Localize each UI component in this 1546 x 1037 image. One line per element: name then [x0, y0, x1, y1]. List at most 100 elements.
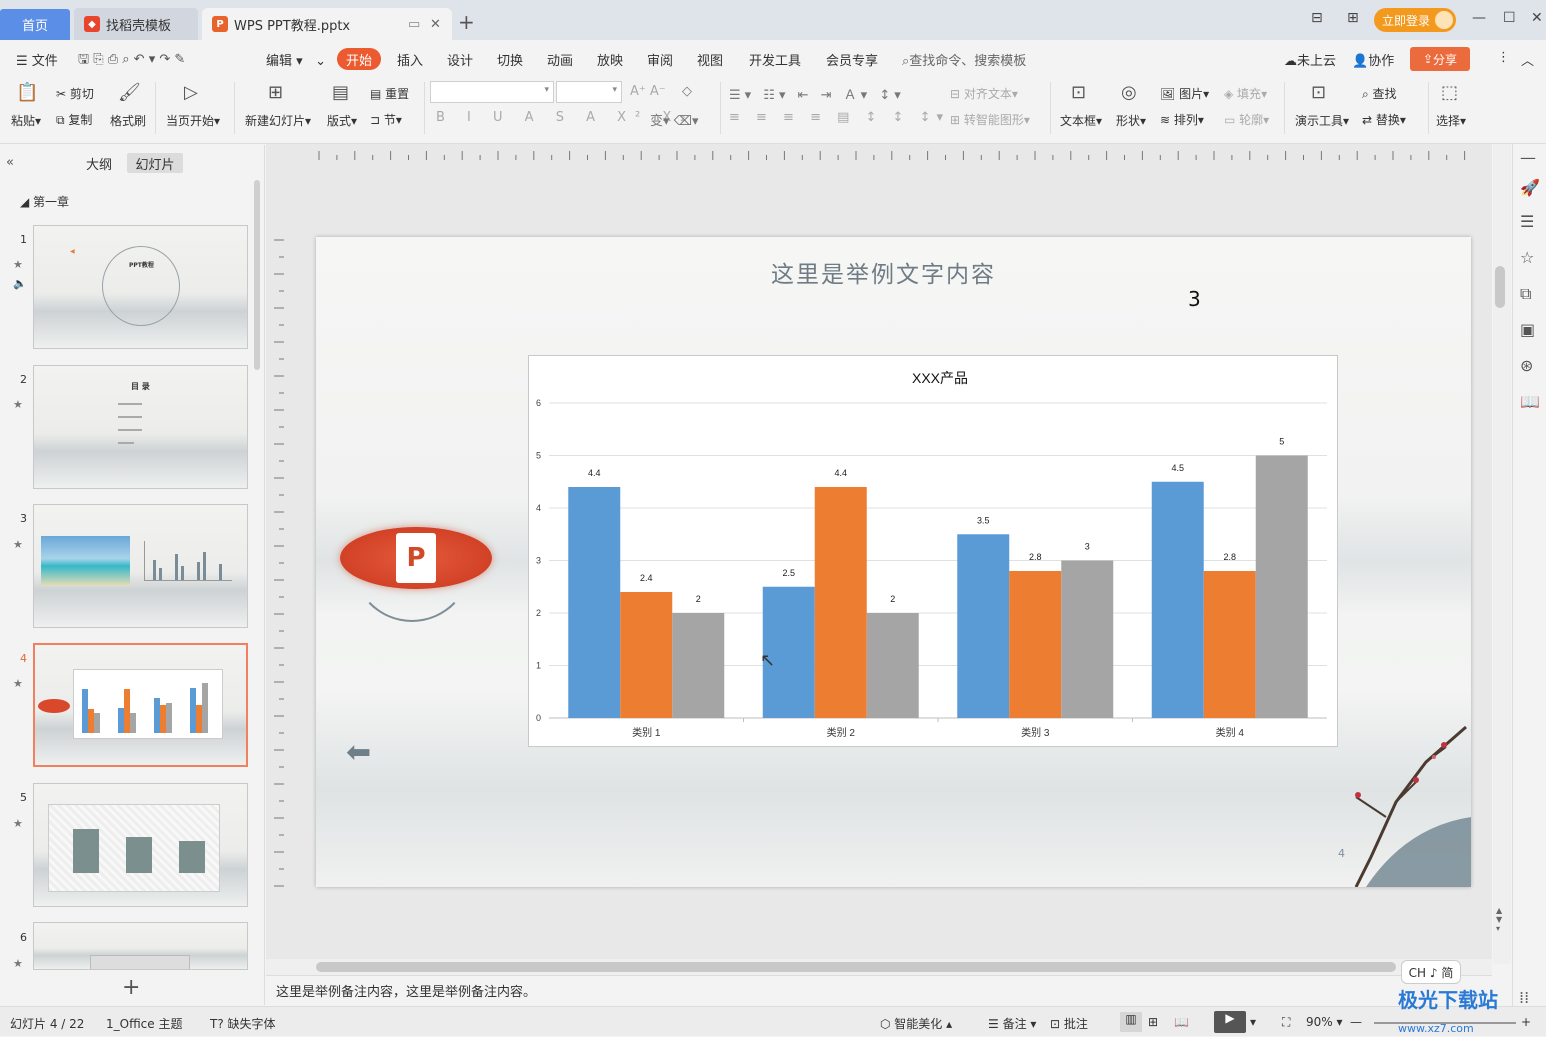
quick-access-icons[interactable]: 🖫 ⎘ ⎙ ⌕ ↶ ▾ ↷ ✎ [78, 50, 185, 72]
zoom-level[interactable]: 90% ▾ [1306, 1015, 1343, 1029]
compass-icon[interactable]: ⊛ [1520, 356, 1533, 375]
layout-icon[interactable]: ⊟ [1311, 10, 1323, 26]
from-current-button[interactable]: 当页开始▾ [166, 112, 220, 129]
notes-pane[interactable]: 这里是举例备注内容，这里是举例备注内容。 [266, 975, 1492, 1005]
fit-window-icon[interactable]: ⛶ [1282, 1015, 1290, 1030]
missing-font-button[interactable]: T? 缺失字体 [210, 1015, 276, 1032]
file-menu[interactable]: ☰ 文件 [16, 50, 58, 69]
slide-thumbnail-1[interactable]: PPT教程 ◀ [33, 225, 248, 349]
slide-title[interactable]: 这里是举例文字内容 [771, 255, 1016, 289]
maximize-icon[interactable]: ☐ [1503, 10, 1516, 26]
notes-toggle-button[interactable]: ☰ 备注 ▾ [988, 1015, 1036, 1032]
font-family-select[interactable]: ▾ [430, 81, 554, 103]
horizontal-scrollbar[interactable] [266, 959, 1492, 975]
tab-insert[interactable]: 插入 [397, 50, 423, 69]
grow-font-icon[interactable]: A⁺ A⁻ [630, 84, 666, 99]
dots-grid-icon[interactable]: ⁞⁞ [1519, 988, 1529, 1007]
find-button[interactable]: ⌕ 查找 [1362, 85, 1397, 102]
align-text-button[interactable]: ⊟ 对齐文本▾ [950, 85, 1018, 102]
section-button[interactable]: ⊐ 节▾ [370, 111, 402, 128]
rocket-icon[interactable]: 🚀 [1520, 178, 1540, 197]
slide-number-text[interactable]: 3 [1188, 287, 1201, 311]
slide-thumbnail-3[interactable] [33, 504, 248, 628]
new-slide-button[interactable]: 新建幻灯片▾ [245, 112, 311, 129]
panel-scrollbar[interactable] [254, 180, 260, 370]
tab-outline[interactable]: 大纲 [86, 154, 112, 173]
collab-button[interactable]: 👤协作 [1352, 50, 1394, 69]
ime-indicator[interactable]: CH ♪ 简 [1401, 960, 1461, 984]
tab-home[interactable]: 首页 [0, 9, 70, 40]
back-arrow-icon[interactable]: ⬅ [346, 735, 371, 770]
horizontal-scroll-thumb[interactable] [316, 962, 1396, 972]
normal-view-icon[interactable]: ▥ [1120, 1012, 1142, 1032]
command-search[interactable]: ⌕查找命令、搜索模板 [902, 50, 1026, 69]
tab-document[interactable]: P WPS PPT教程.pptx ▭ ✕ [202, 8, 452, 40]
select-icon[interactable]: ⬚ [1441, 82, 1458, 103]
sorter-view-icon[interactable]: ⊞ [1148, 1015, 1158, 1029]
share-button[interactable]: ⇪ 分享 [1410, 47, 1470, 71]
tab-start[interactable]: 开始 [337, 48, 381, 70]
slides-icon[interactable]: ⧉ [1520, 284, 1531, 304]
outline-button[interactable]: ▭ 轮廓▾ [1224, 111, 1269, 128]
play-icon[interactable]: ▷ [184, 82, 198, 103]
minimize-icon[interactable]: — [1472, 10, 1486, 26]
shape-icon[interactable]: ◎ [1121, 82, 1137, 103]
collapse-ribbon-icon[interactable]: ︿ [1521, 50, 1534, 69]
textbox-icon[interactable]: ⊡ [1071, 82, 1086, 103]
play-slideshow-button[interactable]: ▶ [1214, 1011, 1246, 1033]
powerpoint-logo-icon[interactable]: P [340, 527, 492, 589]
presentation-tool-button[interactable]: 演示工具▾ [1295, 112, 1349, 129]
new-tab-icon[interactable]: + [458, 10, 475, 34]
theme-name[interactable]: 1_Office 主题 [106, 1015, 182, 1032]
zoom-in-icon[interactable]: + [1521, 1015, 1531, 1029]
tab-view[interactable]: 视图 [697, 50, 723, 69]
more-icon[interactable]: ⋮ [1497, 50, 1510, 65]
textbox-button[interactable]: 文本框▾ [1060, 112, 1102, 129]
format-painter-icon[interactable]: 🖌 [118, 82, 141, 103]
add-slide-icon[interactable]: + [122, 975, 140, 1000]
scroll-arrows-icon[interactable]: ▲ ▼ ▾ [1496, 906, 1502, 933]
tab-transition[interactable]: 切换 [497, 50, 523, 69]
pinyin-icon[interactable]: 变▾ ⌫▾ [650, 110, 699, 129]
tab-developer[interactable]: 开发工具 [749, 50, 801, 69]
format-painter-button[interactable]: 格式刷 [110, 112, 146, 129]
picture-button[interactable]: 🖼 图片▾ [1160, 85, 1209, 102]
smart-beautify-button[interactable]: ⬡ 智能美化 ▴ [880, 1015, 952, 1032]
presentation-tool-icon[interactable]: ⊡ [1311, 82, 1326, 103]
align-icons[interactable]: ≡ ≡ ≡ ≡ ▤ ↕ ↕ ↕▾ [729, 110, 949, 125]
grid-apps-icon[interactable]: ⊞ [1347, 10, 1359, 26]
collapse-panel-icon[interactable]: « [6, 155, 14, 170]
tab-animation[interactable]: 动画 [547, 50, 573, 69]
collapse-sidebar-icon[interactable]: — [1520, 148, 1536, 167]
reset-button[interactable]: ▤ 重置 [370, 85, 409, 102]
copy-button[interactable]: ⧉ 复制 [56, 111, 92, 128]
star-icon[interactable]: ☆ [1520, 248, 1534, 267]
settings-sliders-icon[interactable]: ☰ [1520, 212, 1534, 231]
vertical-scrollbar[interactable]: ▲ ▼ ▾ [1493, 144, 1511, 964]
slide-thumbnail-5[interactable] [33, 783, 248, 907]
layout-icon[interactable]: ▤ [332, 82, 349, 103]
slide-thumbnail-4[interactable] [33, 643, 248, 767]
fill-button[interactable]: ◈ 填充▾ [1224, 85, 1267, 102]
list-icons[interactable]: ☰▾ ☷▾ ⇤ ⇥ Ａ▾ ↕▾ [729, 84, 905, 103]
select-button[interactable]: 选择▾ [1436, 112, 1466, 129]
smart-art-button[interactable]: ⊞ 转智能图形▾ [950, 111, 1030, 128]
close-tab-icon[interactable]: ✕ [430, 17, 441, 32]
book-icon[interactable]: 📖 [1520, 392, 1540, 411]
slide-thumbnail-2[interactable]: 目 录 [33, 365, 248, 489]
slide-thumbnail-6[interactable] [33, 922, 248, 970]
shape-button[interactable]: 形状▾ [1116, 112, 1146, 129]
close-window-icon[interactable]: ✕ [1531, 10, 1543, 26]
paste-button[interactable]: 粘贴▾ [11, 112, 41, 129]
tab-member[interactable]: 会员专享 [826, 50, 878, 69]
font-size-select[interactable]: ▾ [556, 81, 622, 103]
new-slide-icon[interactable]: ⊞ [268, 82, 283, 103]
tab-review[interactable]: 审阅 [647, 50, 673, 69]
arrange-button[interactable]: ≋ 排列▾ [1160, 111, 1204, 128]
comment-button[interactable]: ⊡ 批注 [1050, 1015, 1088, 1032]
tab-template[interactable]: ◆ 找稻壳模板 [74, 8, 198, 40]
reading-view-icon[interactable]: 📖 [1174, 1015, 1189, 1029]
login-button[interactable]: 立即登录 [1374, 8, 1456, 32]
zoom-out-icon[interactable]: — [1350, 1015, 1362, 1029]
picture-edit-icon[interactable]: ▣ [1520, 320, 1535, 339]
